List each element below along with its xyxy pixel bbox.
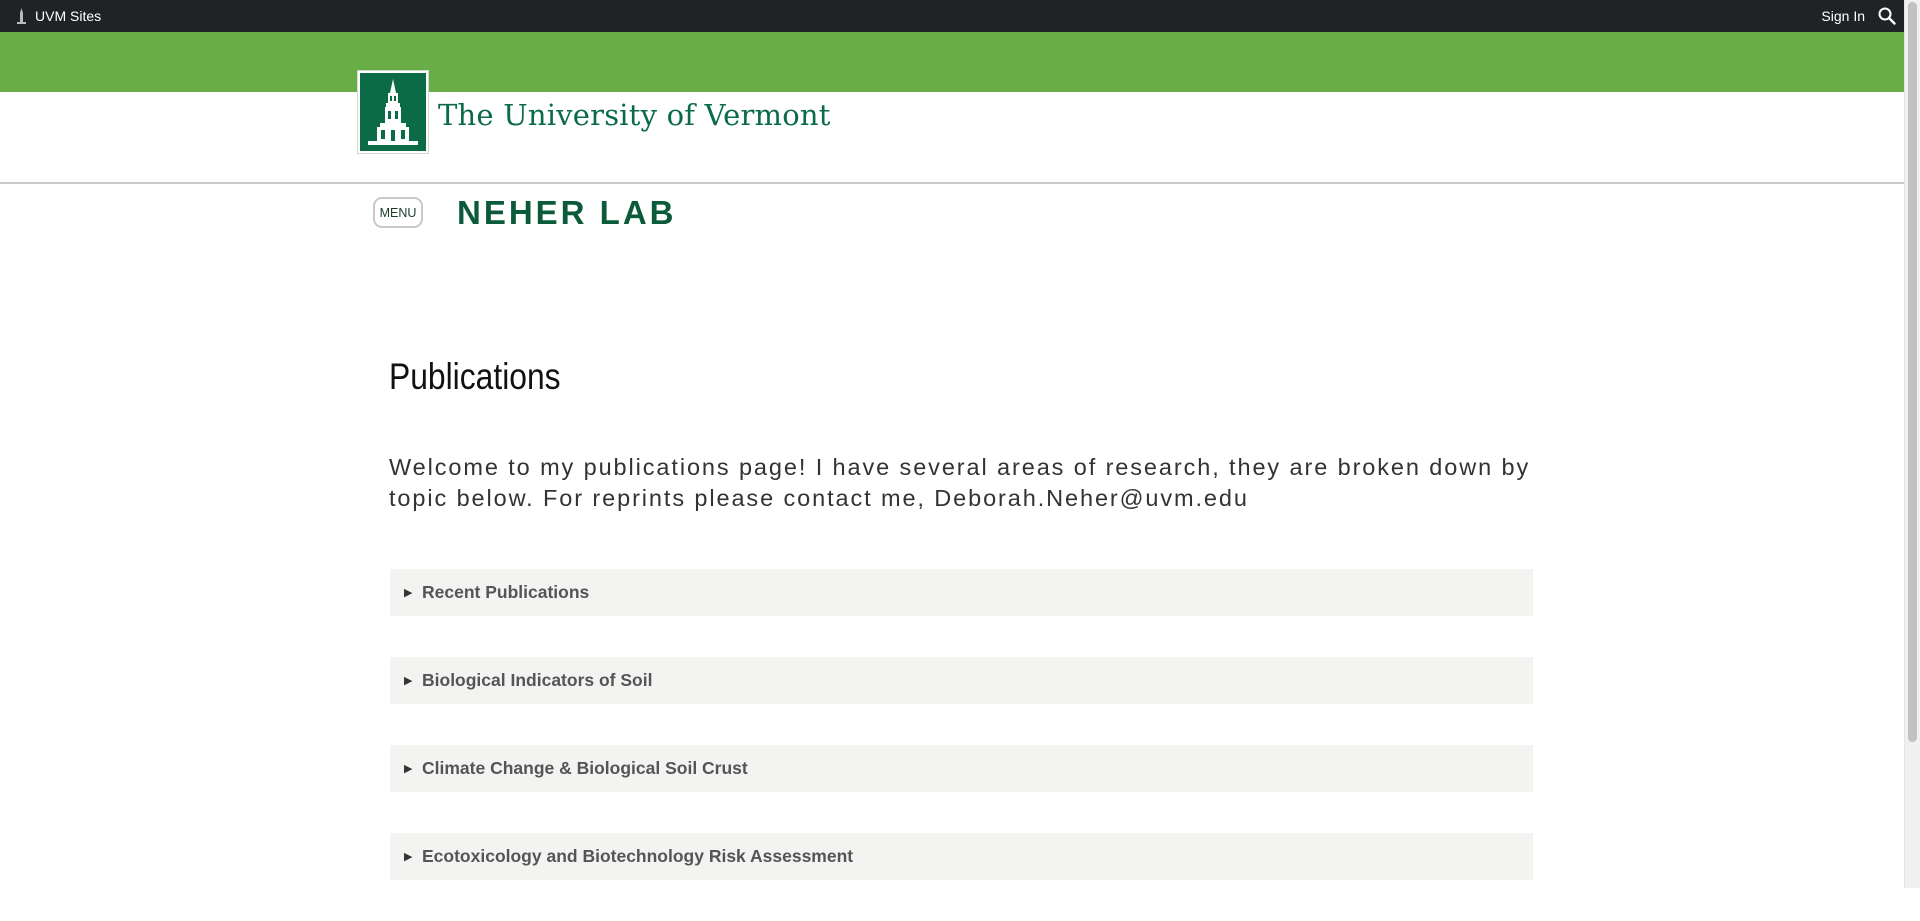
accordion-label: Ecotoxicology and Biotechnology Risk Ass… — [422, 846, 854, 866]
accordion-label: Climate Change & Biological Soil Crust — [422, 758, 748, 778]
accordion-label: Biological Indicators of Soil — [422, 670, 653, 690]
accordion-biological-indicators[interactable]: ▶ Biological Indicators of Soil — [390, 657, 1533, 704]
green-banner — [0, 32, 1905, 92]
uvm-sites-label: UVM Sites — [35, 8, 102, 24]
uvm-wordmark: The University of Vermont — [438, 98, 831, 132]
scrollbar-thumb[interactable] — [1908, 2, 1917, 742]
uvm-global-bar: UVM Sites Sign In — [0, 0, 1905, 32]
uvm-sites-link[interactable]: UVM Sites — [16, 0, 101, 32]
uvm-logo[interactable]: The University of Vermont — [357, 70, 831, 154]
logo-banner — [0, 92, 1905, 184]
sign-in-link[interactable]: Sign In — [1821, 0, 1865, 32]
uvm-seal-icon — [357, 70, 429, 154]
intro-text: Welcome to my publications page! I have … — [389, 454, 1531, 511]
expand-triangle-icon: ▶ — [404, 851, 413, 863]
accordion-climate-change[interactable]: ▶ Climate Change & Biological Soil Crust — [390, 745, 1533, 792]
vertical-scrollbar[interactable] — [1904, 0, 1920, 888]
accordion-ecotoxicology[interactable]: ▶ Ecotoxicology and Biotechnology Risk A… — [390, 833, 1533, 880]
expand-triangle-icon: ▶ — [404, 675, 413, 687]
tower-icon — [17, 8, 26, 24]
site-title[interactable]: NEHER LAB — [457, 194, 677, 232]
expand-triangle-icon: ▶ — [404, 587, 413, 599]
menu-button[interactable]: MENU — [373, 197, 423, 228]
site-header: MENU NEHER LAB — [0, 184, 1905, 244]
page-title: Publications — [389, 356, 561, 397]
accordion-recent-publications[interactable]: ▶ Recent Publications — [390, 569, 1533, 616]
publication-accordions: ▶ Recent Publications ▶ Biological Indic… — [390, 569, 1533, 921]
expand-triangle-icon: ▶ — [404, 763, 413, 775]
accordion-label: Recent Publications — [422, 582, 590, 602]
search-icon[interactable] — [1877, 6, 1897, 26]
